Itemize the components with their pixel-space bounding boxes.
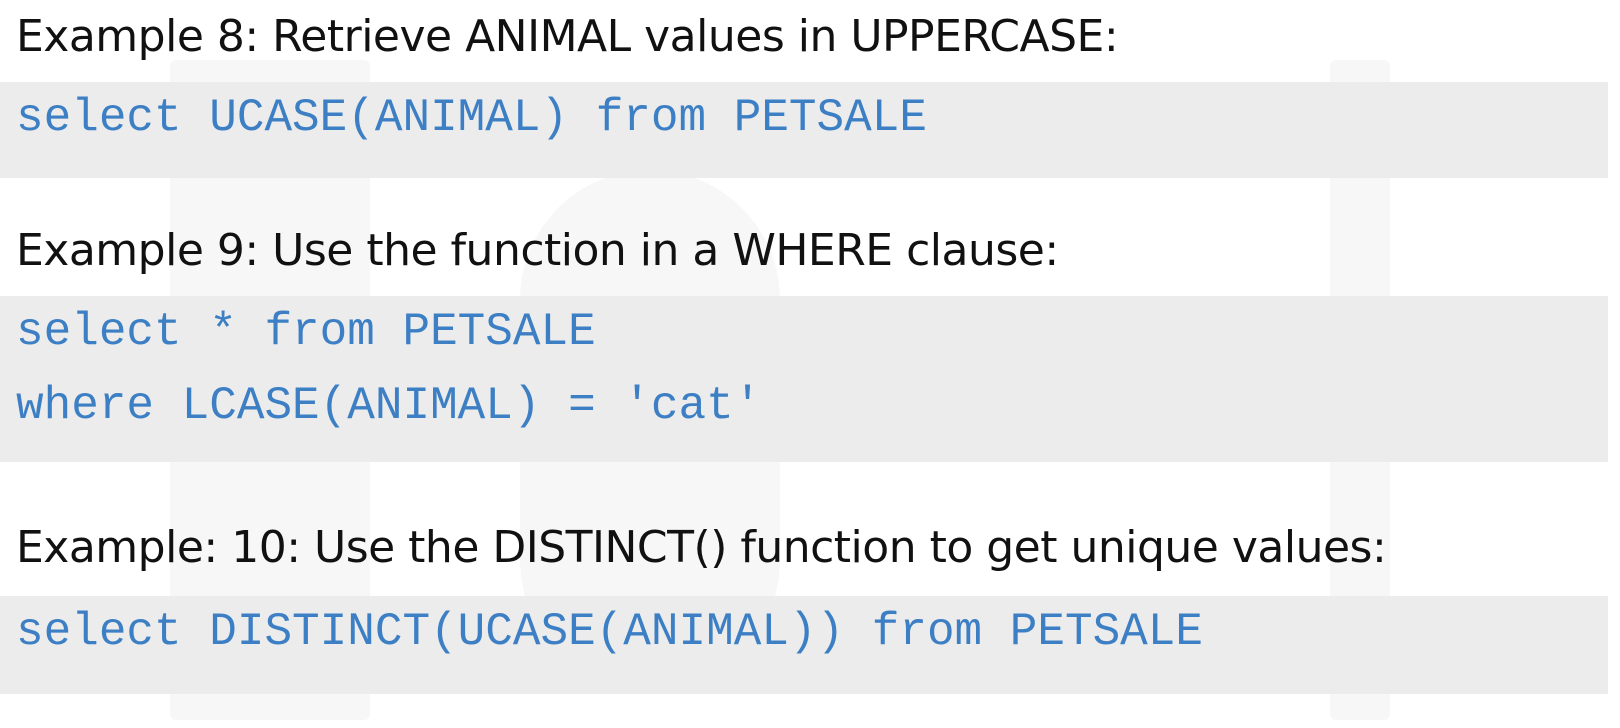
example-9-code-block: select * from PETSALE where LCASE(ANIMAL… xyxy=(0,296,1608,462)
example-8-code-line-1: select UCASE(ANIMAL) from PETSALE xyxy=(16,92,927,144)
example-10-heading: Example: 10: Use the DISTINCT() function… xyxy=(16,522,1387,573)
example-9-code-line-1: select * from PETSALE xyxy=(16,306,596,358)
example-9-heading: Example 9: Use the function in a WHERE c… xyxy=(16,225,1059,276)
slide: Example 8: Retrieve ANIMAL values in UPP… xyxy=(0,0,1620,728)
example-9-code-line-2: where LCASE(ANIMAL) = 'cat' xyxy=(16,380,762,432)
example-8-heading: Example 8: Retrieve ANIMAL values in UPP… xyxy=(16,11,1119,62)
example-10-code-line-1: select DISTINCT(UCASE(ANIMAL)) from PETS… xyxy=(16,606,1203,658)
example-8-code-block: select UCASE(ANIMAL) from PETSALE xyxy=(0,82,1608,178)
example-10-code-block: select DISTINCT(UCASE(ANIMAL)) from PETS… xyxy=(0,596,1608,694)
